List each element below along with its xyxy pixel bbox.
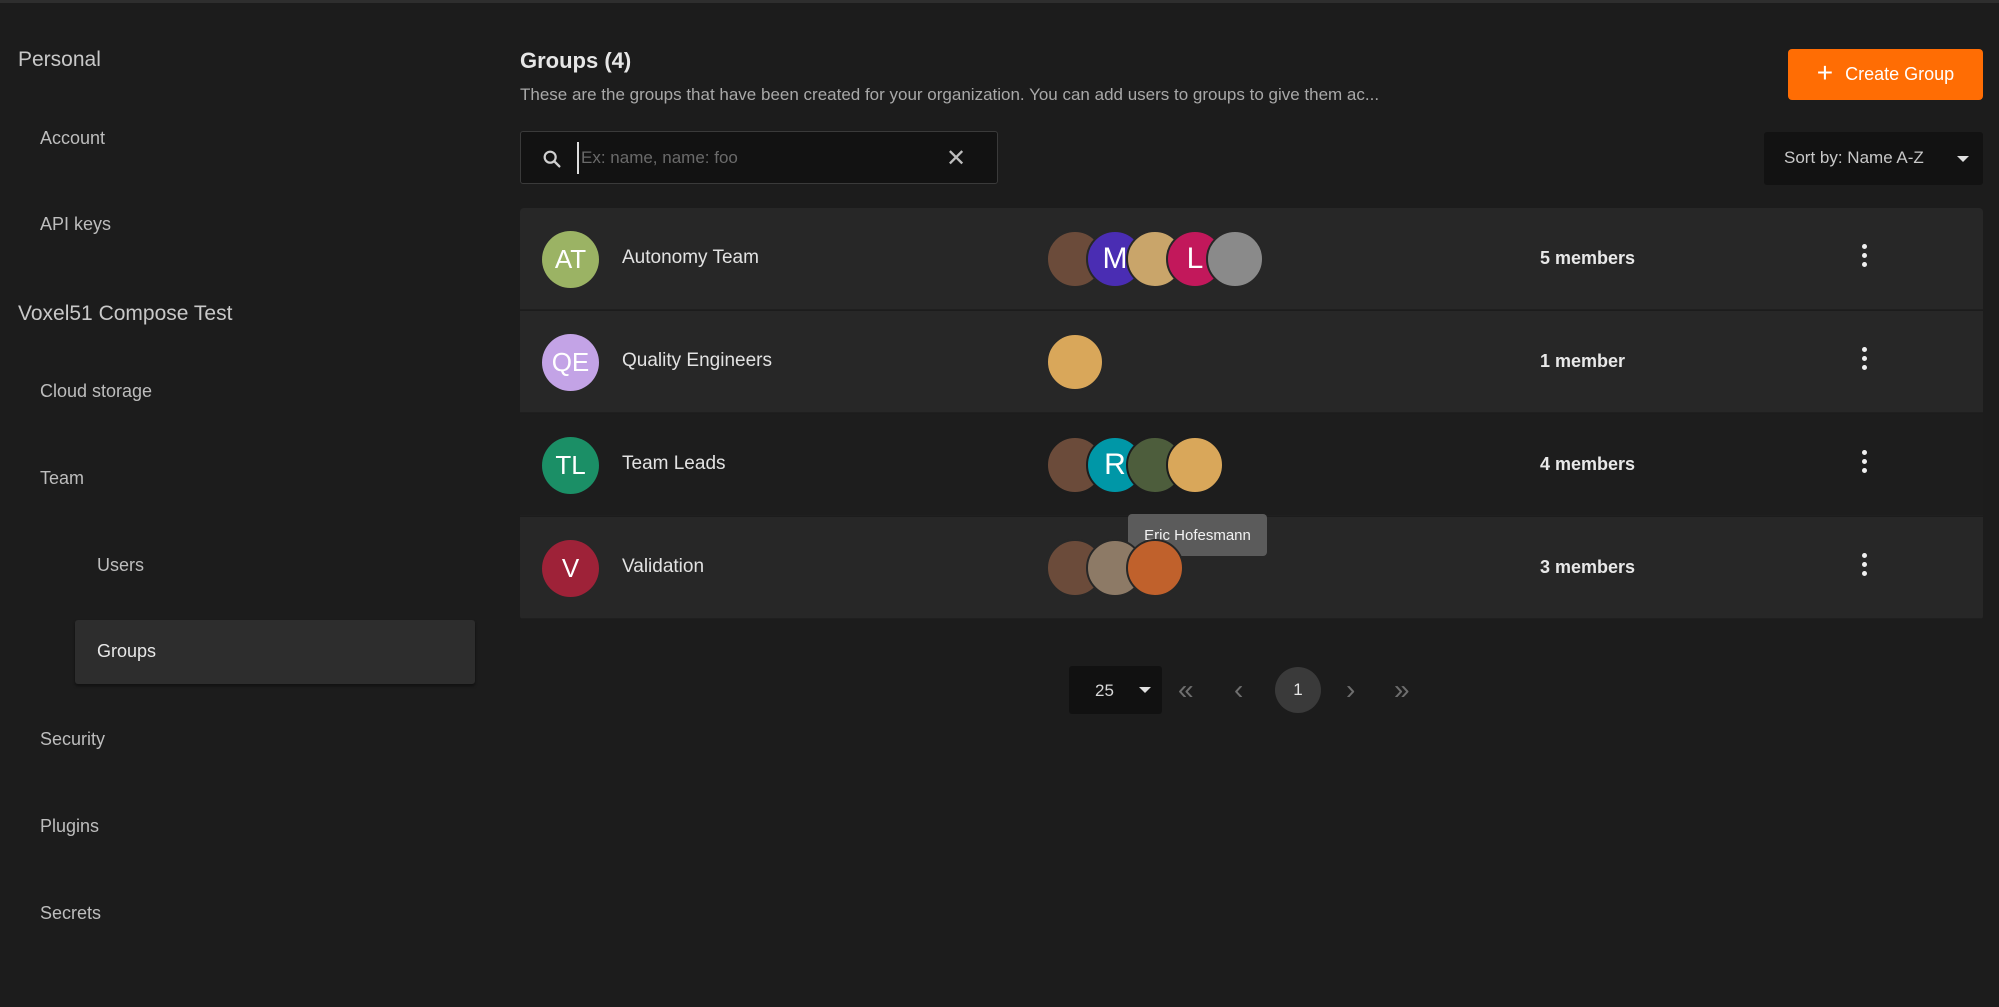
group-avatar: V bbox=[542, 540, 599, 597]
search-input[interactable] bbox=[577, 142, 937, 174]
group-row[interactable]: TL Team Leads R 4 members bbox=[520, 414, 1983, 516]
search-icon bbox=[543, 150, 561, 168]
member-count: 1 member bbox=[1540, 351, 1626, 371]
create-group-label: Create Group bbox=[1845, 64, 1955, 84]
sidebar-item-users[interactable]: Users bbox=[97, 555, 144, 576]
member-count: 4 members bbox=[1540, 454, 1636, 474]
sidebar-item-cloud-storage[interactable]: Cloud storage bbox=[40, 381, 152, 402]
caret-down-icon bbox=[1957, 156, 1969, 162]
member-avatar[interactable] bbox=[1206, 230, 1264, 288]
sidebar-item-secrets[interactable]: Secrets bbox=[40, 903, 101, 924]
group-name[interactable]: Quality Engineers bbox=[622, 350, 772, 372]
member-avatar[interactable] bbox=[1166, 436, 1224, 494]
first-page-icon[interactable]: « bbox=[1178, 673, 1194, 707]
page-1-button[interactable]: 1 bbox=[1275, 667, 1321, 713]
sidebar-item-groups[interactable]: Groups bbox=[75, 620, 475, 684]
sidebar-heading-personal: Personal bbox=[18, 48, 101, 71]
search-box: ✕ bbox=[520, 131, 998, 184]
page-title: Groups (4) bbox=[520, 48, 632, 73]
member-count: 5 members bbox=[1540, 248, 1636, 268]
more-options-icon[interactable] bbox=[1854, 549, 1874, 585]
rows-per-page-select[interactable]: 25 bbox=[1069, 666, 1162, 714]
create-group-button[interactable]: + Create Group bbox=[1788, 49, 1983, 100]
settings-sidebar: Personal Account API keys Voxel51 Compos… bbox=[0, 0, 490, 1007]
sidebar-heading-organization: Voxel51 Compose Test bbox=[18, 302, 233, 325]
group-name[interactable]: Team Leads bbox=[622, 453, 726, 475]
more-options-icon[interactable] bbox=[1854, 240, 1874, 276]
rows-per-page-value: 25 bbox=[1095, 681, 1114, 700]
sort-dropdown[interactable]: Sort by: Name A-Z bbox=[1764, 132, 1983, 185]
group-row[interactable]: QE Quality Engineers 1 member bbox=[520, 311, 1983, 413]
sidebar-item-plugins[interactable]: Plugins bbox=[40, 816, 99, 837]
plus-icon: + bbox=[1816, 57, 1834, 88]
sidebar-item-groups-label: Groups bbox=[97, 641, 157, 661]
last-page-icon[interactable]: » bbox=[1394, 673, 1410, 707]
group-name[interactable]: Autonomy Team bbox=[622, 247, 759, 269]
page-description: These are the groups that have been crea… bbox=[520, 85, 1380, 104]
sort-label: Sort by: Name A-Z bbox=[1784, 148, 1924, 167]
more-options-icon[interactable] bbox=[1854, 343, 1874, 379]
group-avatar: TL bbox=[542, 437, 599, 494]
group-row[interactable]: AT Autonomy Team M L 5 members bbox=[520, 208, 1983, 310]
clear-search-icon[interactable]: ✕ bbox=[946, 144, 966, 173]
sidebar-item-api-keys[interactable]: API keys bbox=[40, 214, 111, 235]
group-name[interactable]: Validation bbox=[622, 556, 704, 578]
group-avatar: QE bbox=[542, 334, 599, 391]
group-avatar: AT bbox=[542, 231, 599, 288]
sidebar-item-security[interactable]: Security bbox=[40, 729, 105, 750]
previous-page-icon[interactable]: ‹ bbox=[1234, 673, 1243, 707]
groups-table: AT Autonomy Team M L 5 members QE Quality Engi… bbox=[520, 208, 1983, 620]
sidebar-item-team[interactable]: Team bbox=[40, 468, 84, 489]
member-avatar[interactable] bbox=[1046, 333, 1104, 391]
caret-down-icon bbox=[1139, 687, 1151, 693]
member-count: 3 members bbox=[1540, 557, 1636, 577]
more-options-icon[interactable] bbox=[1854, 446, 1874, 482]
sidebar-item-account[interactable]: Account bbox=[40, 128, 105, 149]
member-avatar[interactable] bbox=[1126, 539, 1184, 597]
next-page-icon[interactable]: › bbox=[1346, 673, 1355, 707]
